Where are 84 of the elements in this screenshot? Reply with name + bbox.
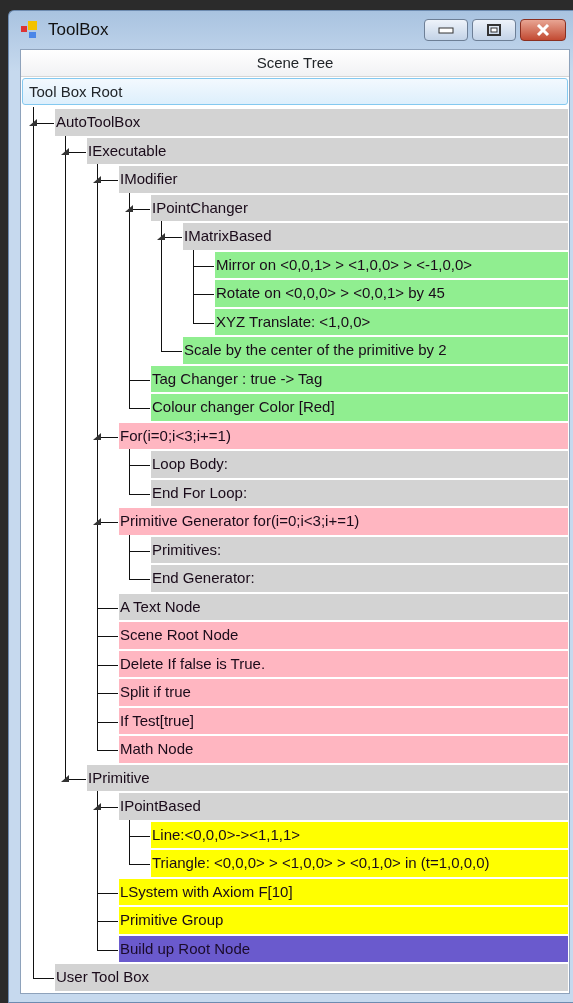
tree-line	[97, 636, 99, 649]
tree-connector	[193, 306, 214, 324]
tree-line	[97, 721, 99, 734]
expanded-triangle-icon[interactable]	[92, 431, 102, 441]
tree-connector	[193, 249, 214, 267]
tree-node[interactable]: Delete If false is True.	[119, 650, 568, 677]
tree-node[interactable]: Scale by the center of the primitive by 2	[183, 337, 568, 364]
expanded-triangle-icon[interactable]	[124, 203, 134, 213]
tree-node[interactable]: A Text Node	[119, 593, 568, 620]
tree-connector	[129, 449, 150, 466]
tree-connector	[161, 335, 182, 352]
tree-node[interactable]: LSystem with Axiom F[10]	[119, 878, 568, 905]
tree-line	[97, 693, 99, 706]
tree-connector	[129, 563, 150, 580]
tree-connector	[193, 278, 214, 295]
expanded-triangle-icon[interactable]	[60, 773, 70, 783]
tree-node[interactable]: For(i=0;i<3;i+=1)	[119, 422, 568, 449]
tree-connector	[97, 905, 118, 922]
expanded-triangle-icon[interactable]	[92, 517, 102, 526]
tree-node[interactable]: IPointChanger	[151, 194, 568, 221]
tree-connector	[97, 648, 118, 666]
tree-connector	[97, 620, 118, 637]
tree-connector	[33, 962, 54, 979]
expanded-triangle-icon[interactable]	[156, 232, 166, 241]
tree-node[interactable]: Triangle: <0,0,0> > <1,0,0> > <0,1,0> in (t=1,0,0,0)	[151, 850, 568, 877]
window-title: ToolBox	[48, 19, 109, 42]
tree-line	[97, 664, 99, 677]
tree-line	[193, 294, 195, 307]
tree-connector	[129, 848, 150, 865]
expanded-triangle-icon[interactable]	[92, 802, 102, 811]
close-button[interactable]	[520, 19, 566, 41]
tree-node[interactable]: If Test[true]	[119, 707, 568, 734]
tree-connector	[97, 705, 118, 723]
tree-node[interactable]: Tool Box Root	[22, 78, 568, 105]
tree-connector	[97, 933, 118, 951]
tree-node[interactable]: IModifier	[119, 166, 568, 193]
tree-line	[97, 921, 99, 934]
tree-line	[129, 379, 131, 392]
tree-connector	[97, 734, 118, 751]
tree-node[interactable]: Primitives:	[151, 536, 568, 563]
expanded-triangle-icon[interactable]	[92, 175, 102, 184]
maximize-button[interactable]	[472, 19, 516, 41]
tree-connector	[129, 819, 150, 837]
tree-node[interactable]: Mirror on <0,0,1> > <1,0,0> > <-1,0,0>	[215, 251, 568, 278]
tree-connector	[129, 392, 150, 409]
tree-connector	[129, 534, 150, 552]
tree-connector	[97, 677, 118, 694]
tree-node[interactable]: IMatrixBased	[183, 223, 568, 250]
tree-node[interactable]: IExecutable	[87, 137, 568, 164]
tree-node[interactable]: Colour changer Color [Red]	[151, 394, 568, 421]
minimize-icon	[438, 26, 454, 34]
tree-node[interactable]: Math Node	[119, 736, 568, 763]
expanded-triangle-icon[interactable]	[60, 146, 70, 156]
tree-connector	[97, 876, 118, 894]
tree-line	[129, 835, 131, 848]
tree-node[interactable]: Loop Body:	[151, 451, 568, 478]
expanded-triangle-icon[interactable]	[28, 118, 38, 127]
tree-line	[97, 892, 99, 905]
tree-line	[129, 550, 131, 563]
app-icon	[20, 20, 40, 40]
tree-node[interactable]: XYZ Translate: <1,0,0>	[215, 308, 568, 335]
tree-node[interactable]: IPrimitive	[87, 764, 568, 791]
tree-node[interactable]: Build up Root Node	[119, 935, 568, 962]
tree-node[interactable]: Rotate on <0,0,0> > <0,0,1> by 45	[215, 280, 568, 307]
tree-node[interactable]: Tag Changer : true -> Tag	[151, 365, 568, 392]
tree-node[interactable]: End Generator:	[151, 565, 568, 592]
tree-node[interactable]: User Tool Box	[55, 964, 568, 991]
tree-node[interactable]: Primitive Generator for(i=0;i<3;i+=1)	[119, 508, 568, 535]
tree-node[interactable]: Split if true	[119, 679, 568, 706]
tree-node[interactable]: Scene Root Node	[119, 622, 568, 649]
tree-node[interactable]: IPointBased	[119, 793, 568, 820]
maximize-icon	[486, 24, 502, 36]
tree-node[interactable]: AutoToolBox	[55, 109, 568, 136]
tree-connector	[97, 591, 118, 609]
tree-node[interactable]: Primitive Group	[119, 907, 568, 934]
tree-line	[97, 607, 99, 620]
tree-node[interactable]: Line:<0,0,0>-><1,1,1>	[151, 821, 568, 848]
tree-connector	[129, 477, 150, 495]
close-icon	[535, 24, 551, 36]
tree-line	[129, 465, 131, 478]
tree-line	[193, 265, 195, 278]
tree-connector	[129, 363, 150, 381]
minimize-button[interactable]	[424, 19, 468, 41]
tree-node[interactable]: End For Loop:	[151, 479, 568, 506]
